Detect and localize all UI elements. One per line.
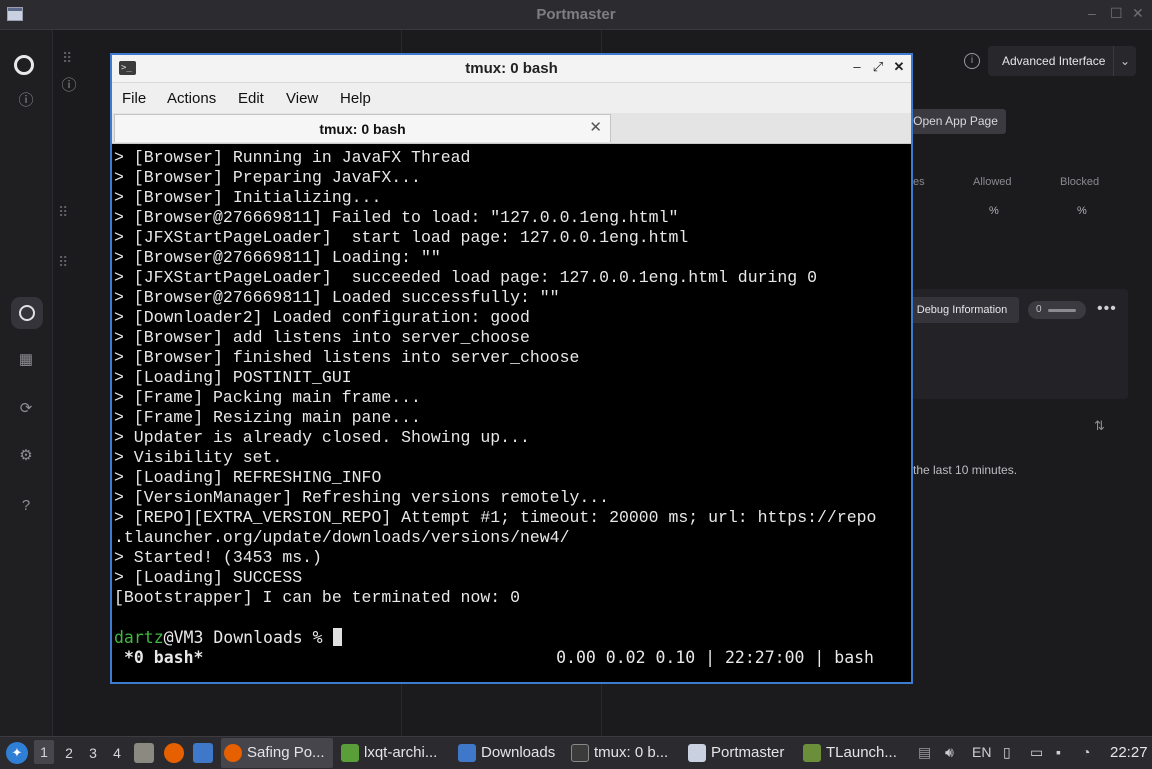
network-tray-icon[interactable]: ▭ [1030, 744, 1043, 761]
keyboard-layout-indicator[interactable]: EN [972, 744, 991, 760]
start-menu-icon[interactable]: ✦ [6, 742, 28, 764]
tab-tmux-bash[interactable]: tmux: 0 bash ✕ [114, 114, 611, 142]
task-label: Portmaster [711, 744, 785, 761]
info-icon[interactable]: ⓘ [60, 77, 78, 95]
shield-nav-icon[interactable] [11, 297, 43, 329]
file-manager-launcher-icon[interactable] [134, 743, 154, 763]
terminal-window: >_ tmux: 0 bash – ⤢ ✕ File Actions Edit … [110, 53, 913, 684]
workspace-1[interactable]: 1 [34, 740, 54, 764]
minecraft-icon [803, 744, 821, 762]
prompt-username: dartz [114, 628, 164, 647]
task-label: TLaunch... [826, 744, 897, 761]
tab-label: tmux: 0 bash [319, 121, 406, 137]
more-options-icon[interactable]: ••• [1097, 300, 1117, 318]
open-app-page-button[interactable]: Open App Page [905, 109, 1006, 134]
debug-information-button[interactable]: Debug Information [905, 297, 1019, 323]
minimize-icon[interactable]: – [849, 59, 865, 74]
menu-file[interactable]: File [122, 90, 146, 107]
taskbar: ✦ 1 2 3 4 Safing Po... lxqt-archi... Dow… [0, 736, 1152, 769]
menu-view[interactable]: View [286, 90, 318, 107]
network-icon[interactable]: ⟳ [17, 400, 35, 418]
close-icon[interactable]: ✕ [891, 59, 907, 75]
debug-count-toggle[interactable]: 0 [1028, 301, 1086, 319]
close-tab-icon[interactable]: ✕ [589, 118, 602, 136]
portmaster-titlebar: Portmaster – ☐ ✕ [0, 0, 1152, 30]
minimize-icon[interactable]: – [1088, 5, 1096, 21]
terminal-menubar: File Actions Edit View Help [112, 83, 911, 113]
task-label: tmux: 0 b... [594, 744, 669, 761]
advanced-interface-dropdown[interactable]: Advanced Interface ⌄ [988, 46, 1136, 76]
firefox-icon [224, 744, 242, 762]
task-label: Downloads [481, 744, 556, 761]
task-label: Safing Po... [247, 744, 325, 761]
settings-gear-icon[interactable]: ⚙ [17, 447, 35, 465]
time-range-text: the last 10 minutes. [913, 463, 1018, 477]
task-safing-portmaster[interactable]: Safing Po... [221, 738, 333, 768]
terminal-output[interactable]: > [Browser] Running in JavaFX Thread > [… [114, 146, 909, 682]
shell-prompt: dartz@VM3 Downloads % [114, 628, 342, 648]
task-portmaster[interactable]: Portmaster [685, 738, 795, 768]
desktop-launcher-icon[interactable] [193, 743, 213, 763]
column-header: es [913, 176, 925, 188]
portmaster-sidebar: ⓘ ▦ ⟳ ⚙ ? [0, 30, 53, 736]
drag-handle-icon[interactable]: ⠿ [62, 50, 72, 67]
help-icon[interactable]: ? [17, 497, 35, 515]
storage-tray-icon[interactable]: ▪ [1056, 744, 1061, 760]
archiver-icon [341, 744, 359, 762]
workspace-3[interactable]: 3 [86, 745, 100, 761]
terminal-titlebar[interactable]: >_ tmux: 0 bash – ⤢ ✕ [112, 55, 911, 83]
menu-actions[interactable]: Actions [167, 90, 216, 107]
column-header-allowed: Allowed [973, 176, 1012, 188]
clipboard-tray-icon[interactable]: ▤ [918, 744, 931, 761]
folder-icon [458, 744, 476, 762]
task-tmux-terminal[interactable]: tmux: 0 b... [568, 738, 680, 768]
chevron-down-icon: ⌄ [1113, 46, 1136, 76]
tmux-status-right: 0.00 0.02 0.10 | 22:27:00 | bash [556, 648, 874, 667]
terminal-log-lines: > [Browser] Running in JavaFX Thread > [… [114, 148, 877, 607]
task-downloads[interactable]: Downloads [455, 738, 563, 768]
window-icon [688, 744, 706, 762]
menu-help[interactable]: Help [340, 90, 371, 107]
tmux-status-window: *0 bash* [124, 648, 204, 667]
allowed-value: % [989, 205, 999, 217]
terminal-tabbar: tmux: 0 bash ✕ [112, 113, 911, 144]
terminal-icon [571, 744, 589, 762]
drag-handle-icon[interactable]: ⠿ [58, 254, 68, 271]
menu-edit[interactable]: Edit [238, 90, 264, 107]
task-lxqt-archiver[interactable]: lxqt-archi... [338, 738, 450, 768]
maximize-icon[interactable]: ☐ [1110, 5, 1123, 22]
firefox-launcher-icon[interactable] [164, 743, 184, 763]
workspace-2[interactable]: 2 [62, 745, 76, 761]
close-icon[interactable]: ✕ [1132, 5, 1144, 22]
portmaster-window-title: Portmaster [536, 6, 616, 23]
portmaster-tray-icon[interactable]: ◔ [1082, 744, 1090, 760]
text-cursor [332, 628, 342, 646]
workspace-4[interactable]: 4 [110, 745, 124, 761]
portmaster-logo-icon[interactable] [14, 55, 34, 75]
task-label: lxqt-archi... [364, 744, 438, 761]
maximize-icon[interactable]: ⤢ [870, 59, 886, 75]
clock[interactable]: 22:27 [1110, 744, 1148, 761]
apps-grid-icon[interactable]: ▦ [17, 351, 35, 369]
prompt-host-path: @VM3 Downloads % [163, 628, 333, 647]
volume-icon[interactable]: 🔊︎ [945, 744, 954, 761]
column-header-blocked: Blocked [1060, 176, 1100, 188]
advanced-interface-label: Advanced Interface [1002, 54, 1106, 68]
terminal-window-title: tmux: 0 bash [465, 60, 558, 77]
drag-handle-icon[interactable]: ⠿ [58, 204, 68, 221]
info-icon[interactable]: i [964, 53, 980, 69]
info-icon[interactable]: ⓘ [17, 92, 35, 110]
sort-icon[interactable]: ⇅ [1094, 418, 1105, 434]
blocked-value: % [1077, 205, 1087, 217]
notes-tray-icon[interactable]: ▯ [1003, 744, 1011, 761]
task-tlauncher[interactable]: TLaunch... [800, 738, 905, 768]
